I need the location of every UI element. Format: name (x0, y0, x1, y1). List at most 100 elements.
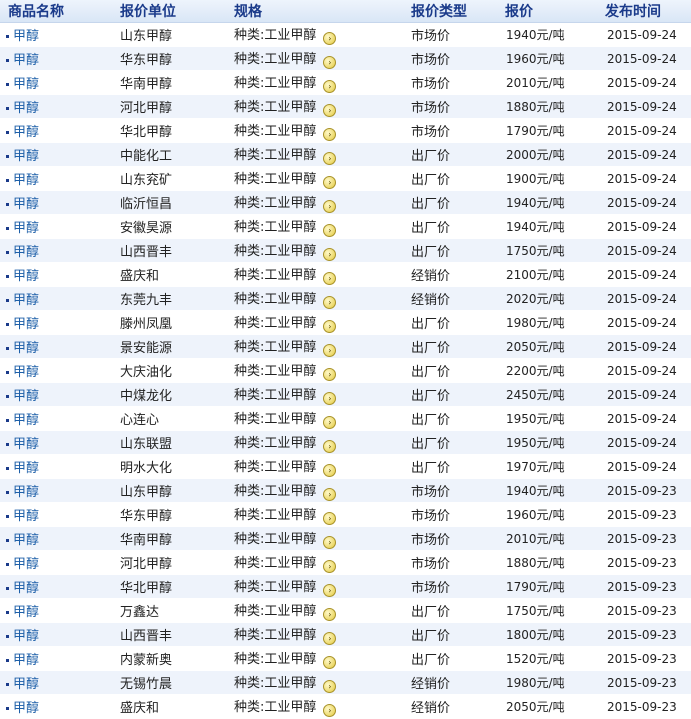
arrow-right-circle-icon[interactable]: › (323, 488, 337, 501)
arrow-right-circle-icon[interactable]: › (323, 320, 337, 333)
product-name-link[interactable]: 甲醇 (13, 245, 39, 260)
arrow-right-circle-icon[interactable]: › (323, 632, 337, 645)
table-row: 甲醇 山东甲醇 种类:工业甲醇 › 市场价 1940元/吨 2015-09-24 (0, 22, 691, 47)
product-name-link[interactable]: 甲醇 (13, 701, 39, 716)
arrow-right-circle-icon[interactable]: › (323, 656, 337, 669)
arrow-right-circle-icon[interactable]: › (323, 272, 337, 285)
arrow-right-circle-icon[interactable]: › (323, 560, 337, 573)
arrow-right-circle-icon[interactable]: › (323, 680, 337, 693)
arrow-right-circle-icon[interactable]: › (323, 248, 337, 261)
product-name-link[interactable]: 甲醇 (13, 125, 39, 140)
quote-type-cell: 市场价 (397, 70, 494, 95)
product-name-link[interactable]: 甲醇 (13, 437, 39, 452)
product-name-link[interactable]: 甲醇 (13, 149, 39, 164)
product-name-link[interactable]: 甲醇 (13, 485, 39, 500)
arrow-right-circle-icon[interactable]: › (323, 392, 337, 405)
arrow-right-circle-icon[interactable]: › (323, 440, 337, 453)
spec-cell: 种类:工业甲醇 › (224, 646, 397, 671)
arrow-right-circle-icon[interactable]: › (323, 536, 337, 549)
table-row: 甲醇 华北甲醇 种类:工业甲醇 › 市场价 1790元/吨 2015-09-24 (0, 118, 691, 143)
product-name-link[interactable]: 甲醇 (13, 557, 39, 572)
arrow-right-circle-icon[interactable]: › (323, 344, 337, 357)
spec-text: 种类:工业甲醇 (234, 76, 317, 91)
spec-text: 种类:工业甲醇 (234, 340, 317, 355)
quote-unit-cell: 滕州凤凰 (107, 310, 224, 335)
product-name-cell: 甲醇 (0, 142, 107, 167)
product-name-link[interactable]: 甲醇 (13, 269, 39, 284)
quote-unit-cell: 安徽昊源 (107, 214, 224, 239)
arrow-right-circle-icon[interactable]: › (323, 584, 337, 597)
product-name-link[interactable]: 甲醇 (13, 341, 39, 356)
table-row: 甲醇 山东兖矿 种类:工业甲醇 › 出厂价 1900元/吨 2015-09-24 (0, 166, 691, 191)
spec-cell: 种类:工业甲醇 › (224, 454, 397, 479)
arrow-right-circle-icon[interactable]: › (323, 80, 337, 93)
publish-date-cell: 2015-09-24 (597, 94, 691, 119)
product-name-link[interactable]: 甲醇 (13, 221, 39, 236)
arrow-right-circle-icon[interactable]: › (323, 104, 337, 117)
quote-type-cell: 市场价 (397, 502, 494, 527)
arrow-right-circle-icon[interactable]: › (323, 56, 337, 69)
product-name-cell: 甲醇 (0, 598, 107, 623)
product-name-cell: 甲醇 (0, 262, 107, 287)
quote-unit-cell: 中能化工 (107, 142, 224, 167)
arrow-right-circle-icon[interactable]: › (323, 200, 337, 213)
arrow-right-circle-icon[interactable]: › (323, 608, 337, 621)
product-name-link[interactable]: 甲醇 (13, 509, 39, 524)
spec-cell: 种类:工业甲醇 › (224, 286, 397, 311)
product-name-link[interactable]: 甲醇 (13, 293, 39, 308)
product-name-link[interactable]: 甲醇 (13, 29, 39, 44)
product-name-link[interactable]: 甲醇 (13, 53, 39, 68)
spec-text: 种类:工业甲醇 (234, 196, 317, 211)
product-name-cell: 甲醇 (0, 550, 107, 575)
table-row: 甲醇 中能化工 种类:工业甲醇 › 出厂价 2000元/吨 2015-09-24 (0, 142, 691, 167)
product-name-link[interactable]: 甲醇 (13, 653, 39, 668)
arrow-right-circle-icon[interactable]: › (323, 224, 337, 237)
product-name-link[interactable]: 甲醇 (13, 605, 39, 620)
bullet-icon (6, 251, 9, 254)
spec-cell: 种类:工业甲醇 › (224, 622, 397, 647)
price-cell: 2200元/吨 (494, 358, 597, 383)
header-price: 报价 (494, 0, 597, 23)
table-header-row: 商品名称 报价单位 规格 报价类型 报价 发布时间 (0, 0, 691, 23)
spec-text: 种类:工业甲醇 (234, 268, 317, 283)
product-name-link[interactable]: 甲醇 (13, 101, 39, 116)
quote-type-cell: 市场价 (397, 574, 494, 599)
bullet-icon (6, 443, 9, 446)
arrow-right-circle-icon[interactable]: › (323, 368, 337, 381)
bullet-icon (6, 347, 9, 350)
spec-text: 种类:工业甲醇 (234, 484, 317, 499)
price-cell: 2010元/吨 (494, 526, 597, 551)
arrow-right-circle-icon[interactable]: › (323, 32, 337, 45)
product-name-link[interactable]: 甲醇 (13, 197, 39, 212)
product-name-link[interactable]: 甲醇 (13, 77, 39, 92)
spec-cell: 种类:工业甲醇 › (224, 94, 397, 119)
product-name-link[interactable]: 甲醇 (13, 629, 39, 644)
product-name-link[interactable]: 甲醇 (13, 173, 39, 188)
publish-date-cell: 2015-09-24 (597, 406, 691, 431)
arrow-right-circle-icon[interactable]: › (323, 128, 337, 141)
price-cell: 1750元/吨 (494, 238, 597, 263)
arrow-right-circle-icon[interactable]: › (323, 416, 337, 429)
product-name-link[interactable]: 甲醇 (13, 533, 39, 548)
arrow-right-circle-icon[interactable]: › (323, 464, 337, 477)
product-name-link[interactable]: 甲醇 (13, 677, 39, 692)
price-cell: 1790元/吨 (494, 574, 597, 599)
arrow-right-circle-icon[interactable]: › (323, 512, 337, 525)
price-cell: 2010元/吨 (494, 70, 597, 95)
table-row: 甲醇 山东联盟 种类:工业甲醇 › 出厂价 1950元/吨 2015-09-24 (0, 430, 691, 455)
bullet-icon (6, 83, 9, 86)
product-name-link[interactable]: 甲醇 (13, 581, 39, 596)
product-name-link[interactable]: 甲醇 (13, 389, 39, 404)
product-name-link[interactable]: 甲醇 (13, 461, 39, 476)
product-name-link[interactable]: 甲醇 (13, 317, 39, 332)
quote-type-cell: 经销价 (397, 262, 494, 287)
price-cell: 1940元/吨 (494, 190, 597, 215)
product-name-link[interactable]: 甲醇 (13, 413, 39, 428)
product-name-cell: 甲醇 (0, 238, 107, 263)
arrow-right-circle-icon[interactable]: › (323, 176, 337, 189)
quote-type-cell: 出厂价 (397, 382, 494, 407)
product-name-link[interactable]: 甲醇 (13, 365, 39, 380)
spec-cell: 种类:工业甲醇 › (224, 502, 397, 527)
arrow-right-circle-icon[interactable]: › (323, 152, 337, 165)
arrow-right-circle-icon[interactable]: › (323, 296, 337, 309)
